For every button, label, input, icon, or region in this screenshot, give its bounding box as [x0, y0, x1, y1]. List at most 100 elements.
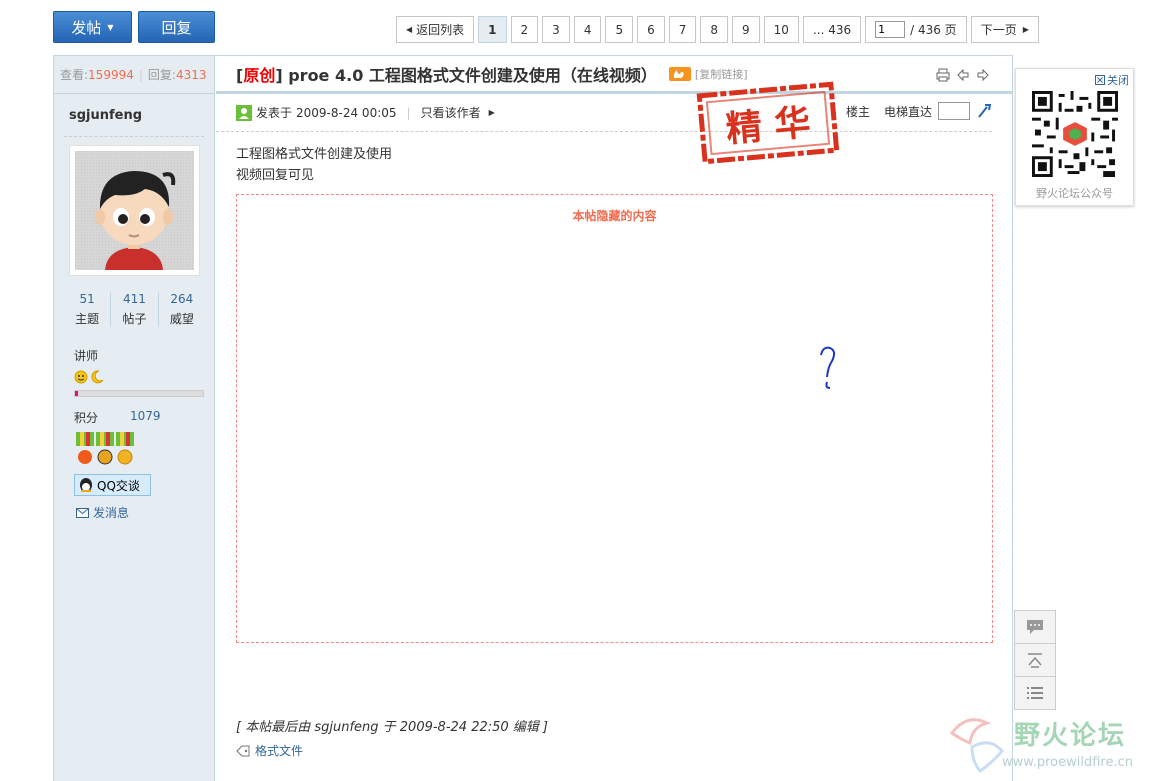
- count-prestige[interactable]: 264 威望: [159, 292, 205, 327]
- new-post-button[interactable]: 发帖 ▼: [53, 11, 132, 43]
- replies-label: 回复:: [147, 68, 176, 82]
- post-line: 工程图格式文件创建及使用: [236, 147, 393, 162]
- page-5[interactable]: 5: [605, 16, 634, 43]
- tag-link[interactable]: 格式文件: [255, 742, 303, 759]
- next-thread-icon[interactable]: [976, 68, 990, 82]
- count-value: 51: [79, 292, 95, 306]
- posted-label: 发表于: [256, 106, 293, 120]
- count-label: 主题: [75, 312, 100, 326]
- post-tag[interactable]: 原创: [243, 66, 275, 85]
- tag-icon: [236, 745, 250, 756]
- post-title-row: [原创] proe 4.0 工程图格式文件创建及使用（在线视频） [复制链接]: [216, 56, 1012, 94]
- count-label: 威望: [169, 312, 194, 326]
- rank-icons: [74, 370, 214, 384]
- post-title-text: proe 4.0 工程图格式文件创建及使用（在线视频）: [288, 65, 657, 85]
- qr-close-label: 关闭: [1107, 74, 1129, 87]
- divider: [64, 136, 204, 137]
- avatar[interactable]: [69, 145, 200, 276]
- views-label: 查看:: [60, 68, 89, 82]
- page-8[interactable]: 8: [700, 16, 729, 43]
- count-threads[interactable]: 51 主题: [64, 292, 112, 327]
- user-rank: 讲师: [74, 349, 99, 363]
- featured-stamp: 精 华: [696, 81, 840, 165]
- page-6[interactable]: 6: [637, 16, 665, 43]
- arrow-right-icon: ▶: [1022, 25, 1029, 34]
- fire-badge-icon: [668, 66, 691, 81]
- page-1[interactable]: 1: [478, 16, 507, 43]
- page-jump-input[interactable]: [875, 21, 906, 38]
- replies-count: 4313: [175, 67, 207, 82]
- send-message-link[interactable]: 发消息: [76, 504, 214, 521]
- post-content: [原创] proe 4.0 工程图格式文件创建及使用（在线视频） [复制链接] …: [216, 56, 1012, 781]
- page-3[interactable]: 3: [542, 16, 570, 43]
- hidden-content-box: 本帖隐藏的内容: [236, 194, 993, 643]
- qr-code-panel: 关闭 野火论坛公众号: [1015, 68, 1134, 206]
- page-total: / 436 页: [910, 23, 957, 37]
- elevator-go-icon[interactable]: [976, 103, 992, 119]
- floor-label: 楼主: [845, 104, 870, 119]
- elevator-label: 电梯直达: [883, 104, 932, 119]
- caret-down-icon: ▼: [107, 22, 114, 32]
- post-body: 工程图格式文件创建及使用 视频回复可见: [216, 132, 1012, 186]
- side-tools: [1014, 610, 1056, 710]
- author-sidebar: 查看: 159994 | 回复: 4313 sgjunfeng 51 主题 41…: [54, 56, 215, 781]
- author-only-link[interactable]: 只看该作者: [421, 104, 481, 121]
- print-icon[interactable]: [936, 68, 950, 82]
- reply-button[interactable]: 回复: [138, 11, 215, 43]
- back-to-list-label: 返回列表: [416, 23, 465, 37]
- level-progress-fill: [75, 391, 78, 396]
- qr-close-button[interactable]: 关闭: [1095, 72, 1129, 88]
- post-line: 视频回复可见: [236, 168, 315, 183]
- post-title: [原创] proe 4.0 工程图格式文件创建及使用（在线视频）: [236, 65, 657, 85]
- page-4[interactable]: 4: [573, 16, 602, 43]
- page-last[interactable]: ... 436: [802, 16, 862, 43]
- qq-chat-button[interactable]: QQ交谈: [74, 474, 151, 496]
- qq-chat-label: QQ交谈: [97, 478, 140, 493]
- floor-jump-input[interactable]: [938, 102, 970, 120]
- count-value: 411: [123, 292, 146, 306]
- next-page-button[interactable]: 下一页 ▶: [970, 16, 1039, 43]
- question-mark-icon: [820, 346, 836, 389]
- arrow-up-icon: [1028, 653, 1042, 668]
- meta-divider: |: [406, 105, 411, 120]
- score-row: 积分 1079: [74, 409, 214, 426]
- next-page-label: 下一页: [980, 23, 1017, 37]
- topbar: 发帖 ▼ 回复 ◀ 返回列表 1 2 3 4 5 6 7 8 9 10 ... …: [0, 0, 1153, 50]
- count-label: 帖子: [122, 312, 147, 326]
- edit-notice: [ 本帖最后由 sgjunfeng 于 2009-8-24 22:50 编辑 ]: [236, 720, 548, 735]
- qq-penguin-icon: [80, 478, 92, 492]
- post-meta: 发表于 2009-8-24 00:05 | 只看该作者 ▶ 楼主 电梯直达: [216, 94, 992, 132]
- stats-divider: |: [138, 67, 143, 82]
- list-icon: [1027, 687, 1043, 699]
- previous-thread-icon[interactable]: [956, 68, 970, 82]
- page-2[interactable]: 2: [510, 16, 539, 43]
- count-posts[interactable]: 411 帖子: [111, 292, 159, 327]
- watermark-name: 野火论坛: [1014, 721, 1127, 751]
- back-to-list-side-button[interactable]: [1014, 676, 1056, 710]
- score-value: 1079: [130, 409, 161, 423]
- qr-code-image: [1032, 91, 1118, 177]
- author-name[interactable]: sgjunfeng: [54, 94, 214, 136]
- send-message-label: 发消息: [93, 506, 130, 520]
- comment-icon: [1027, 620, 1043, 634]
- floor-controls: 楼主 电梯直达: [846, 102, 992, 120]
- pagination: ◀ 返回列表 1 2 3 4 5 6 7 8 9 10 ... 436 / 43…: [396, 16, 1039, 43]
- hidden-content-title: 本帖隐藏的内容: [572, 209, 657, 223]
- page-9[interactable]: 9: [732, 16, 760, 43]
- page-7[interactable]: 7: [668, 16, 697, 43]
- new-post-label: 发帖: [71, 18, 102, 37]
- back-to-list-button[interactable]: ◀ 返回列表: [396, 16, 475, 43]
- medals: [74, 432, 214, 468]
- site-watermark: 野火论坛 www.proewildfire.cn: [942, 713, 1152, 779]
- back-to-top-button[interactable]: [1014, 643, 1056, 677]
- level-progress-bar: [74, 390, 204, 397]
- copy-link[interactable]: [复制链接]: [695, 66, 748, 82]
- online-user-icon: [236, 104, 252, 121]
- watermark-url: www.proewildfire.cn: [1002, 755, 1133, 770]
- page-jump: / 436 页: [865, 16, 967, 43]
- quick-reply-button[interactable]: [1014, 610, 1056, 644]
- page-10[interactable]: 10: [763, 16, 799, 43]
- post-time: 2009-8-24 00:05: [296, 105, 397, 120]
- medal-icons[interactable]: [74, 432, 136, 468]
- arrow-left-icon: ◀: [406, 25, 413, 34]
